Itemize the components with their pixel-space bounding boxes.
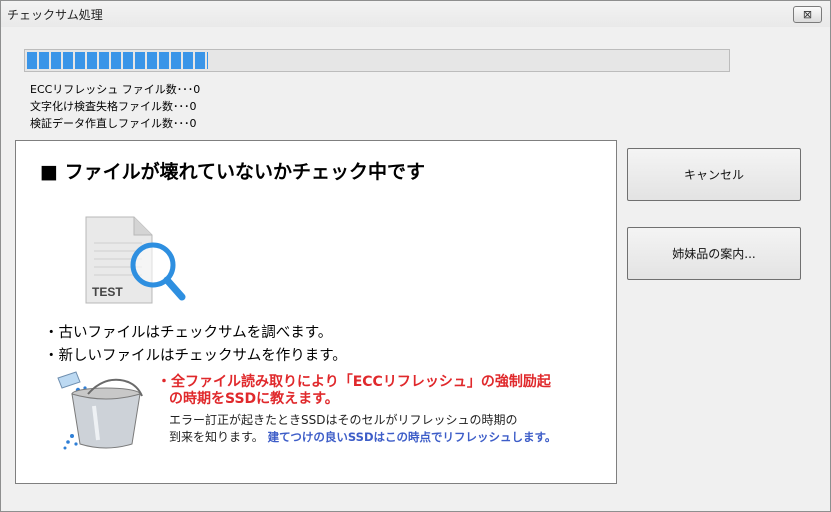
stat-garbled-fail-count: 文字化け検査失格ファイル数･･･0 [30, 100, 197, 113]
stats-list: ECCリフレッシュ ファイル数･･･0 文字化け検査失格ファイル数･･･0 検証… [30, 81, 200, 132]
document-search-icon: TEST [85, 216, 186, 304]
ecc-notice: ・全ファイル読み取りにより「ECCリフレッシュ」の強制励起 の時期をSSDに教え… [157, 374, 551, 408]
bullet-new-files: ・新しいファイルはチェックサムを作ります。 [44, 348, 347, 364]
status-panel: ■ ファイルが壊れていないかチェック中です TEST ・古いファイルはチェックサ… [15, 140, 617, 484]
bucket-water-icon [57, 371, 143, 450]
desc-line2-highlight: 建てつけの良いSSDはこの時点でリフレッシュします。 [267, 430, 557, 444]
stat-verify-remake-count: 検証データ作直しファイル数･･･0 [30, 117, 197, 130]
title-bar: チェックサム処理 ⊠ [1, 1, 830, 27]
status-headline: ■ ファイルが壊れていないかチェック中です [40, 161, 425, 183]
desc-line2-prefix: 到来を知ります。 [169, 430, 264, 444]
desc-line2: 到来を知ります。 建てつけの良いSSDはこの時点でリフレッシュします。 [169, 429, 556, 446]
bullet-old-files: ・古いファイルはチェックサムを調べます。 [44, 325, 333, 341]
close-icon: ⊠ [802, 8, 813, 21]
checksum-dialog: チェックサム処理 ⊠ ECCリフレッシュ ファイル数･･･0 文字化け検査失格フ… [0, 0, 831, 512]
progress-bar [24, 49, 730, 72]
cancel-button[interactable]: キャンセル [627, 148, 801, 201]
stat-ecc-refresh-count: ECCリフレッシュ ファイル数･･･0 [30, 83, 201, 96]
sister-products-button[interactable]: 姉妹品の案内... [627, 227, 801, 280]
doc-label: TEST [92, 285, 123, 299]
ecc-notice-line2: の時期をSSDに教えます。 [169, 391, 339, 407]
close-button[interactable]: ⊠ [793, 6, 822, 23]
desc-line1: エラー訂正が起きたときSSDはそのセルがリフレッシュの時期の [169, 413, 518, 427]
progress-fill [27, 52, 208, 69]
ecc-notice-line1: ・全ファイル読み取りにより「ECCリフレッシュ」の強制励起 [157, 374, 551, 390]
ecc-description: エラー訂正が起きたときSSDはそのセルがリフレッシュの時期の 到来を知ります。 … [169, 412, 556, 446]
bullet-list: ・古いファイルはチェックサムを調べます。 ・新しいファイルはチェックサムを作りま… [44, 322, 347, 368]
window-title: チェックサム処理 [7, 8, 103, 22]
